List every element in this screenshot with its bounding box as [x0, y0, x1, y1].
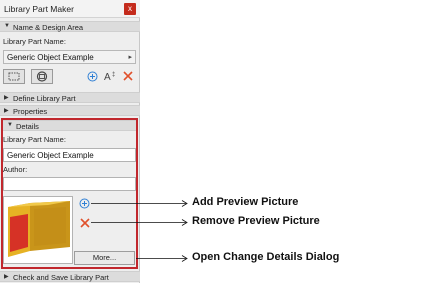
callout-arrows — [91, 200, 188, 262]
callout-open-dialog: Open Change Details Dialog — [192, 251, 340, 263]
callout-remove-preview: Remove Preview Picture — [192, 215, 320, 227]
callout-add-preview: Add Preview Picture — [192, 196, 299, 208]
